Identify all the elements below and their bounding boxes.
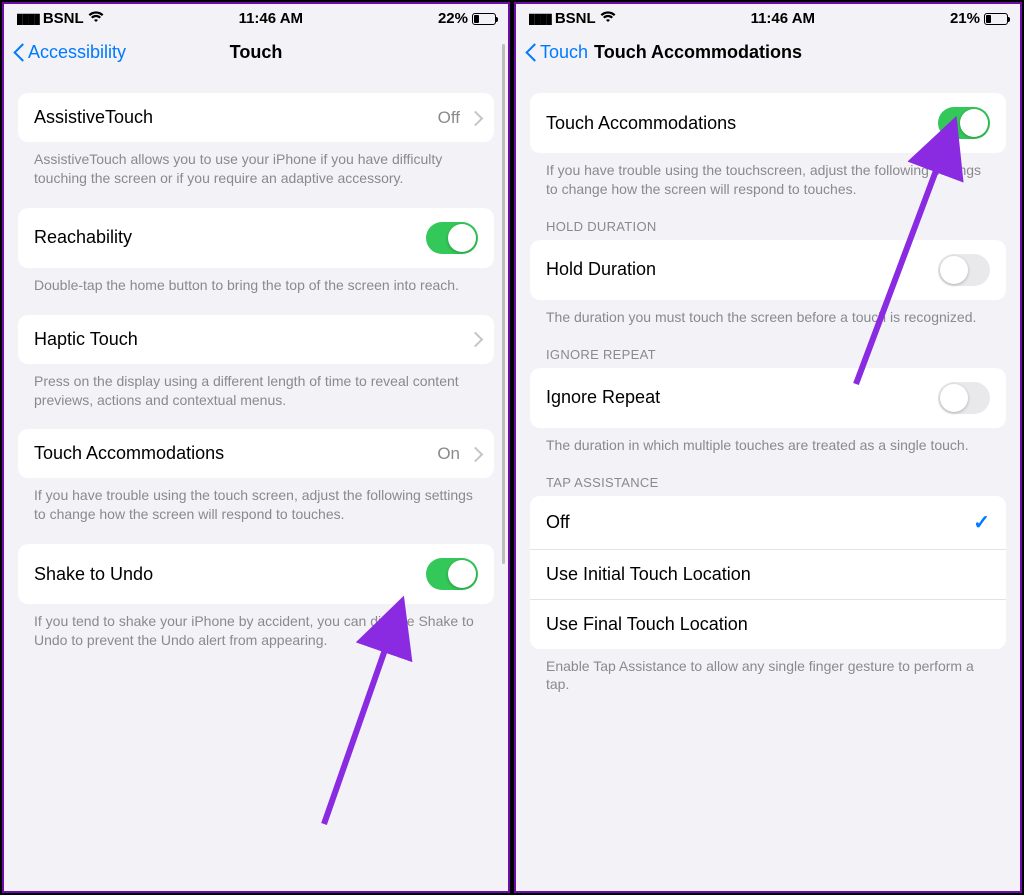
wifi-icon bbox=[88, 10, 104, 27]
carrier-label: BSNL bbox=[555, 10, 596, 27]
right-screenshot: ▮▮▮▮ BSNL 11:46 AM 21% Touch Touch Accom… bbox=[514, 2, 1022, 893]
row-footer: If you have trouble using the touch scre… bbox=[18, 478, 494, 524]
tap-assistance-list: Off ✓ Use Initial Touch Location Use Fin… bbox=[530, 496, 1006, 649]
option-label: Off bbox=[546, 512, 570, 533]
row-label: Reachability bbox=[34, 227, 132, 248]
row-footer: Enable Tap Assistance to allow any singl… bbox=[530, 649, 1006, 695]
option-tap-initial[interactable]: Use Initial Touch Location bbox=[530, 549, 1006, 599]
section-header-tap: TAP ASSISTANCE bbox=[530, 475, 1006, 496]
row-value: Off bbox=[438, 108, 460, 128]
row-haptic-touch[interactable]: Haptic Touch bbox=[18, 315, 494, 364]
cellular-signal-icon: ▮▮▮▮ bbox=[16, 10, 39, 27]
clock-label: 11:46 AM bbox=[751, 10, 815, 27]
status-bar: ▮▮▮▮ BSNL 11:46 AM 21% bbox=[516, 4, 1020, 31]
back-button[interactable]: Accessibility bbox=[12, 42, 126, 63]
chevron-right-icon bbox=[470, 447, 478, 461]
status-bar: ▮▮▮▮ BSNL 11:46 AM 22% bbox=[4, 4, 508, 31]
section-header-ignore: IGNORE REPEAT bbox=[530, 347, 1006, 368]
row-footer: The duration you must touch the screen b… bbox=[530, 300, 1006, 327]
row-ignore-repeat[interactable]: Ignore Repeat bbox=[530, 368, 1006, 428]
chevron-left-icon bbox=[12, 42, 24, 62]
option-tap-final[interactable]: Use Final Touch Location bbox=[530, 599, 1006, 649]
scrollbar[interactable] bbox=[502, 44, 505, 564]
left-screenshot: ▮▮▮▮ BSNL 11:46 AM 22% Accessibility Tou… bbox=[2, 2, 510, 893]
row-footer: If you have trouble using the touchscree… bbox=[530, 153, 1006, 199]
back-label: Touch bbox=[540, 42, 588, 63]
battery-pct-label: 21% bbox=[950, 10, 980, 27]
checkmark-icon: ✓ bbox=[973, 510, 990, 535]
row-label: Haptic Touch bbox=[34, 329, 138, 350]
row-label: Touch Accommodations bbox=[546, 113, 736, 134]
nav-bar: Touch Touch Accommodations bbox=[516, 31, 1020, 77]
battery-icon bbox=[472, 13, 496, 25]
toggle-ignore-repeat[interactable] bbox=[938, 382, 990, 414]
battery-icon bbox=[984, 13, 1008, 25]
back-label: Accessibility bbox=[28, 42, 126, 63]
nav-bar: Accessibility Touch bbox=[4, 31, 508, 77]
option-label: Use Final Touch Location bbox=[546, 614, 748, 635]
battery-pct-label: 22% bbox=[438, 10, 468, 27]
chevron-left-icon bbox=[524, 42, 536, 62]
row-shake-to-undo[interactable]: Shake to Undo bbox=[18, 544, 494, 604]
option-label: Use Initial Touch Location bbox=[546, 564, 751, 585]
row-touch-accommodations[interactable]: Touch Accommodations On bbox=[18, 429, 494, 478]
carrier-label: BSNL bbox=[43, 10, 84, 27]
row-label: Hold Duration bbox=[546, 259, 656, 280]
row-footer: Press on the display using a different l… bbox=[18, 364, 494, 410]
option-tap-off[interactable]: Off ✓ bbox=[530, 496, 1006, 549]
cellular-signal-icon: ▮▮▮▮ bbox=[528, 10, 551, 27]
row-touch-accommodations-toggle[interactable]: Touch Accommodations bbox=[530, 93, 1006, 153]
row-hold-duration[interactable]: Hold Duration bbox=[530, 240, 1006, 300]
row-reachability[interactable]: Reachability bbox=[18, 208, 494, 268]
row-assistive-touch[interactable]: AssistiveTouch Off bbox=[18, 93, 494, 142]
back-button[interactable]: Touch bbox=[524, 42, 588, 63]
section-header-hold: HOLD DURATION bbox=[530, 219, 1006, 240]
row-footer: AssistiveTouch allows you to use your iP… bbox=[18, 142, 494, 188]
toggle-hold-duration[interactable] bbox=[938, 254, 990, 286]
chevron-right-icon bbox=[470, 111, 478, 125]
row-label: Touch Accommodations bbox=[34, 443, 224, 464]
row-footer: If you tend to shake your iPhone by acci… bbox=[18, 604, 494, 650]
row-footer: Double-tap the home button to bring the … bbox=[18, 268, 494, 295]
chevron-right-icon bbox=[470, 332, 478, 346]
row-label: Ignore Repeat bbox=[546, 387, 660, 408]
row-label: AssistiveTouch bbox=[34, 107, 153, 128]
row-label: Shake to Undo bbox=[34, 564, 153, 585]
wifi-icon bbox=[600, 10, 616, 27]
row-value: On bbox=[437, 444, 460, 464]
toggle-shake-to-undo[interactable] bbox=[426, 558, 478, 590]
row-footer: The duration in which multiple touches a… bbox=[530, 428, 1006, 455]
clock-label: 11:46 AM bbox=[239, 10, 303, 27]
page-title: Touch Accommodations bbox=[594, 42, 802, 63]
toggle-touch-accommodations[interactable] bbox=[938, 107, 990, 139]
toggle-reachability[interactable] bbox=[426, 222, 478, 254]
